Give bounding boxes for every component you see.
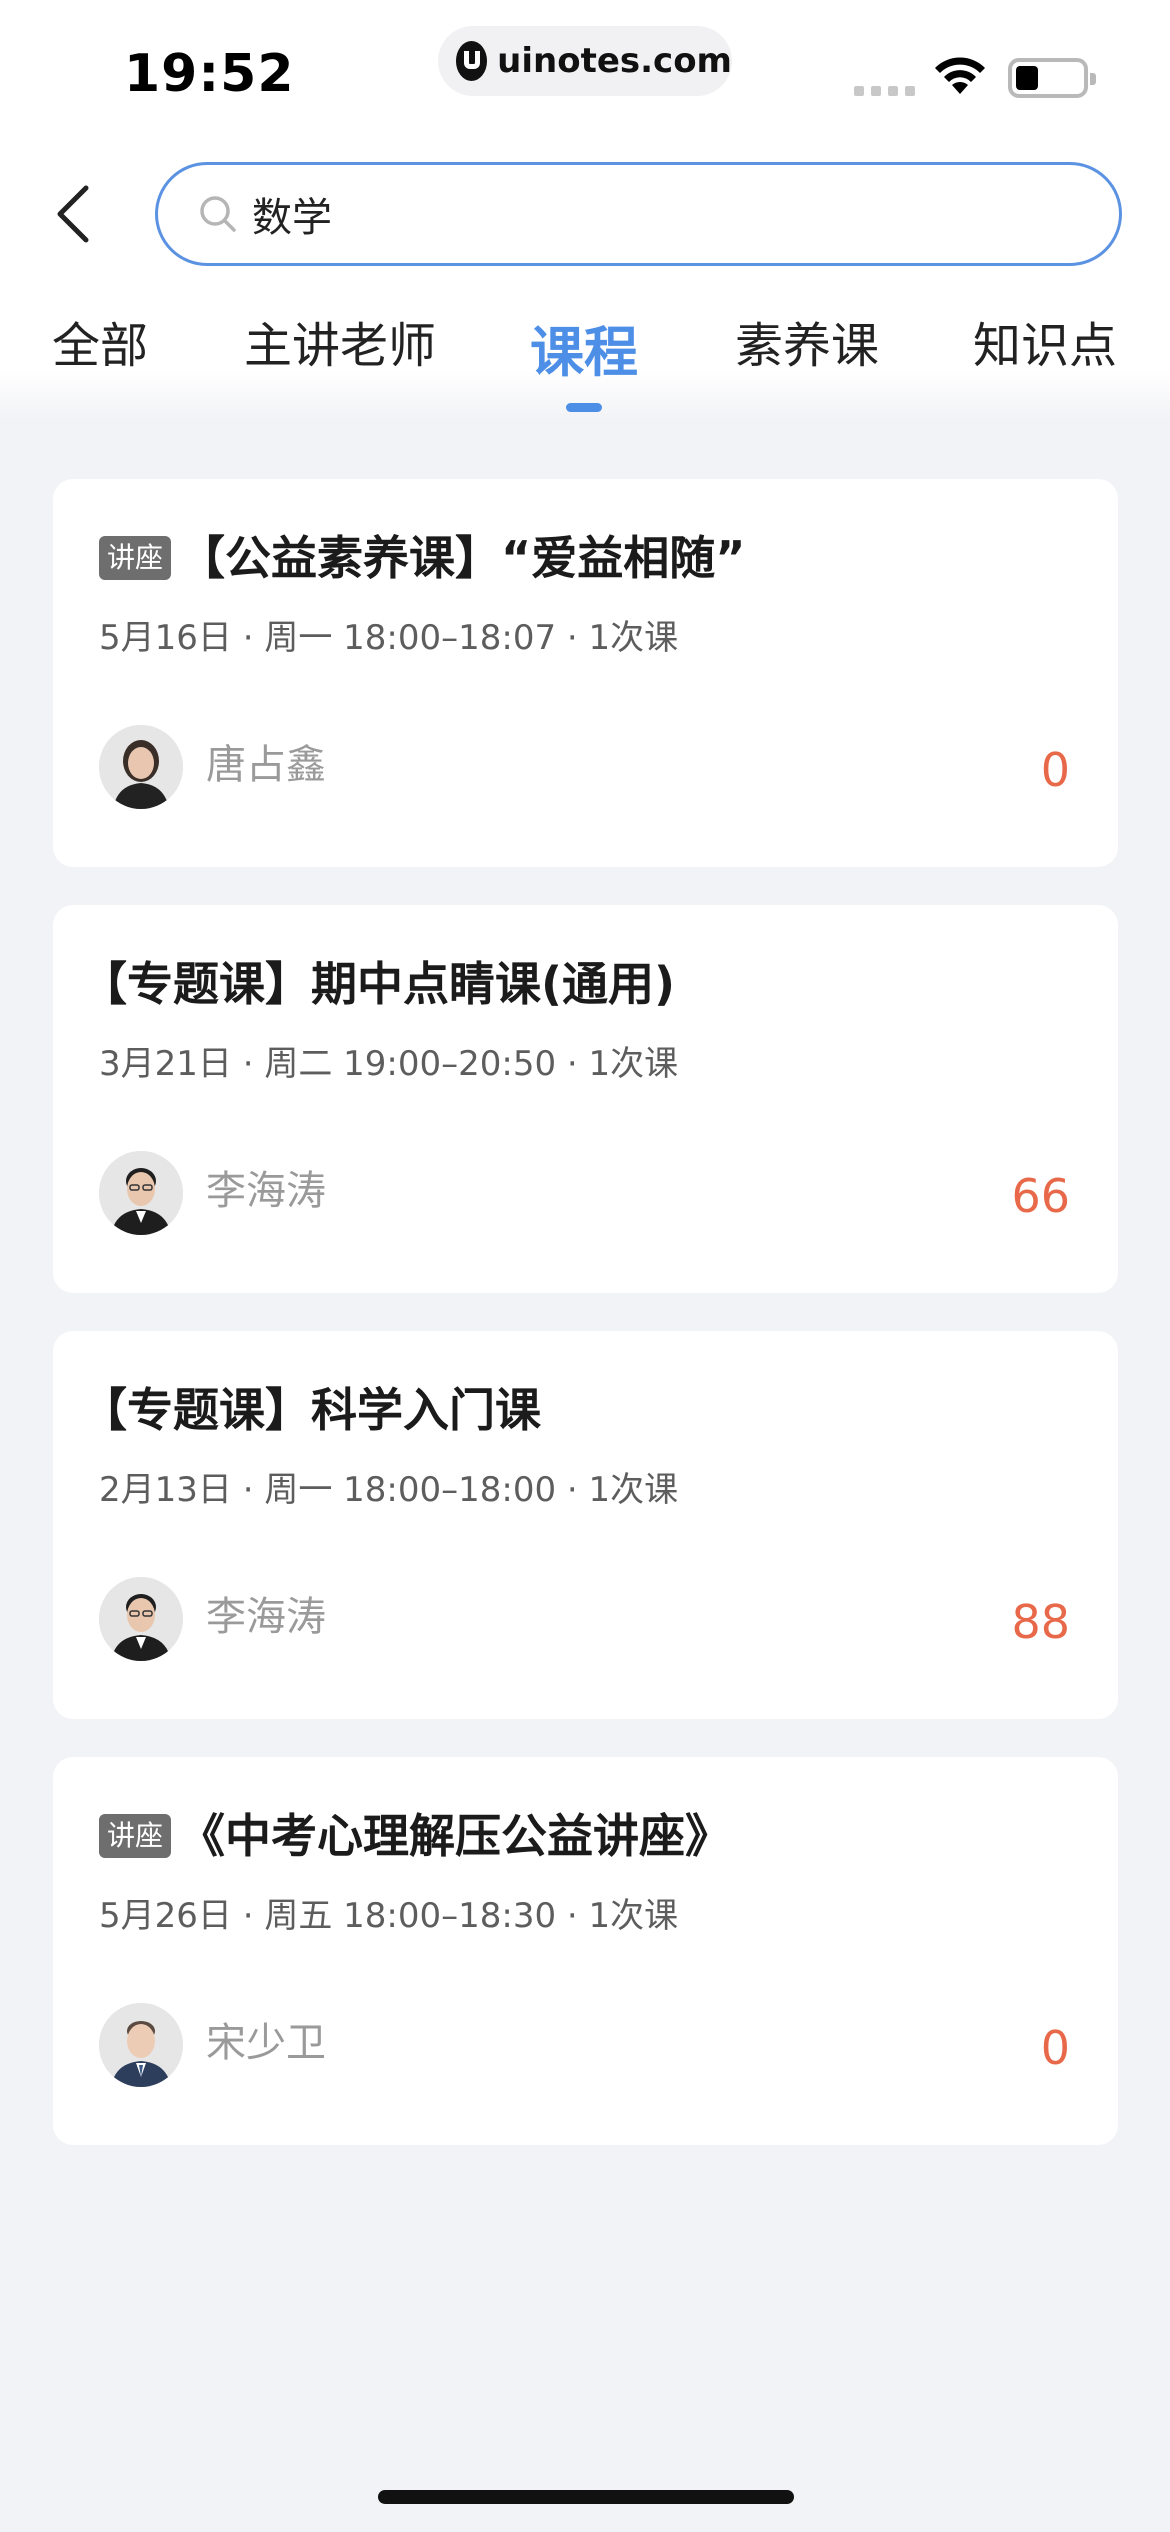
- course-card[interactable]: 【专题课】科学入门课 2月13日 · 周一 18:00–18:00 · 1次课 …: [53, 1331, 1118, 1719]
- course-schedule: 5月16日 · 周一 18:00–18:07 · 1次课: [99, 618, 679, 658]
- course-schedule: 2月13日 · 周一 18:00–18:00 · 1次课: [99, 1470, 679, 1510]
- url-text: uinotes.com: [497, 41, 732, 81]
- lecture-badge: 讲座: [99, 536, 172, 580]
- teacher-avatar-icon: [99, 1151, 183, 1235]
- tab-teachers[interactable]: 主讲老师: [244, 322, 436, 370]
- course-card[interactable]: 讲座 【公益素养课】“爱益相随” 5月16日 · 周一 18:00–18:07 …: [53, 479, 1118, 867]
- course-title: 【专题课】期中点睛课(通用): [81, 957, 676, 1011]
- wifi-icon: [935, 57, 985, 94]
- avatar: [99, 1577, 183, 1661]
- teacher-name: 唐占鑫: [206, 742, 326, 788]
- course-title: 《中考心理解压公益讲座》: [179, 1809, 732, 1863]
- teacher-name: 李海涛: [206, 1594, 326, 1640]
- tab-courses[interactable]: 课程: [530, 326, 638, 380]
- avatar: [99, 2003, 183, 2087]
- cellular-signal-icon: [854, 86, 915, 96]
- status-time: 19:52: [124, 44, 295, 104]
- course-schedule: 3月21日 · 周二 19:00–20:50 · 1次课: [99, 1044, 679, 1084]
- course-title-row: 讲座 《中考心理解压公益讲座》: [99, 1813, 731, 1859]
- search-icon: [200, 196, 236, 232]
- course-title: 【专题课】科学入门课: [81, 1383, 541, 1437]
- course-card[interactable]: 讲座 《中考心理解压公益讲座》 5月26日 · 周五 18:00–18:30 ·…: [53, 1757, 1118, 2145]
- enrollment-count: 88: [1011, 1595, 1070, 1649]
- avatar: [99, 1151, 183, 1235]
- page: 19:52 uinotes.com 数学 全部 主讲老师 课程 素养课 知识点 …: [0, 0, 1170, 2532]
- teacher-name: 李海涛: [206, 1168, 326, 1214]
- course-title-row: 讲座 【公益素养课】“爱益相随”: [99, 535, 745, 581]
- tab-all[interactable]: 全部: [52, 322, 148, 370]
- lecture-badge: 讲座: [99, 1814, 172, 1858]
- teacher-avatar-icon: [99, 1577, 183, 1661]
- course-card[interactable]: 【专题课】期中点睛课(通用) 3月21日 · 周二 19:00–20:50 · …: [53, 905, 1118, 1293]
- search-bar[interactable]: [155, 162, 1122, 266]
- course-title-row: 【专题课】科学入门课: [81, 1387, 541, 1433]
- search-input[interactable]: [252, 191, 1052, 237]
- enrollment-count: 66: [1011, 1169, 1070, 1223]
- home-indicator[interactable]: [378, 2490, 794, 2504]
- url-pill[interactable]: uinotes.com: [438, 26, 732, 96]
- tab-quality-courses[interactable]: 素养课: [735, 322, 879, 370]
- battery-icon: [1008, 58, 1096, 98]
- course-schedule: 5月26日 · 周五 18:00–18:30 · 1次课: [99, 1896, 679, 1936]
- teacher-name: 宋少卫: [206, 2020, 326, 2066]
- back-button[interactable]: [46, 178, 98, 250]
- site-logo-icon: [456, 41, 488, 81]
- tab-active-indicator: [566, 403, 602, 412]
- teacher-avatar-icon: [99, 725, 183, 809]
- teacher-avatar-icon: [99, 2003, 183, 2087]
- course-title: 【公益素养课】“爱益相随”: [179, 531, 746, 585]
- chevron-left-icon: [57, 185, 89, 243]
- tab-knowledge-points[interactable]: 知识点: [973, 322, 1117, 370]
- course-title-row: 【专题课】期中点睛课(通用): [81, 961, 675, 1007]
- avatar: [99, 725, 183, 809]
- enrollment-count: 0: [1040, 2021, 1070, 2075]
- header: 19:52 uinotes.com 数学 全部 主讲老师 课程 素养课 知识点: [0, 0, 1170, 420]
- enrollment-count: 0: [1040, 743, 1070, 797]
